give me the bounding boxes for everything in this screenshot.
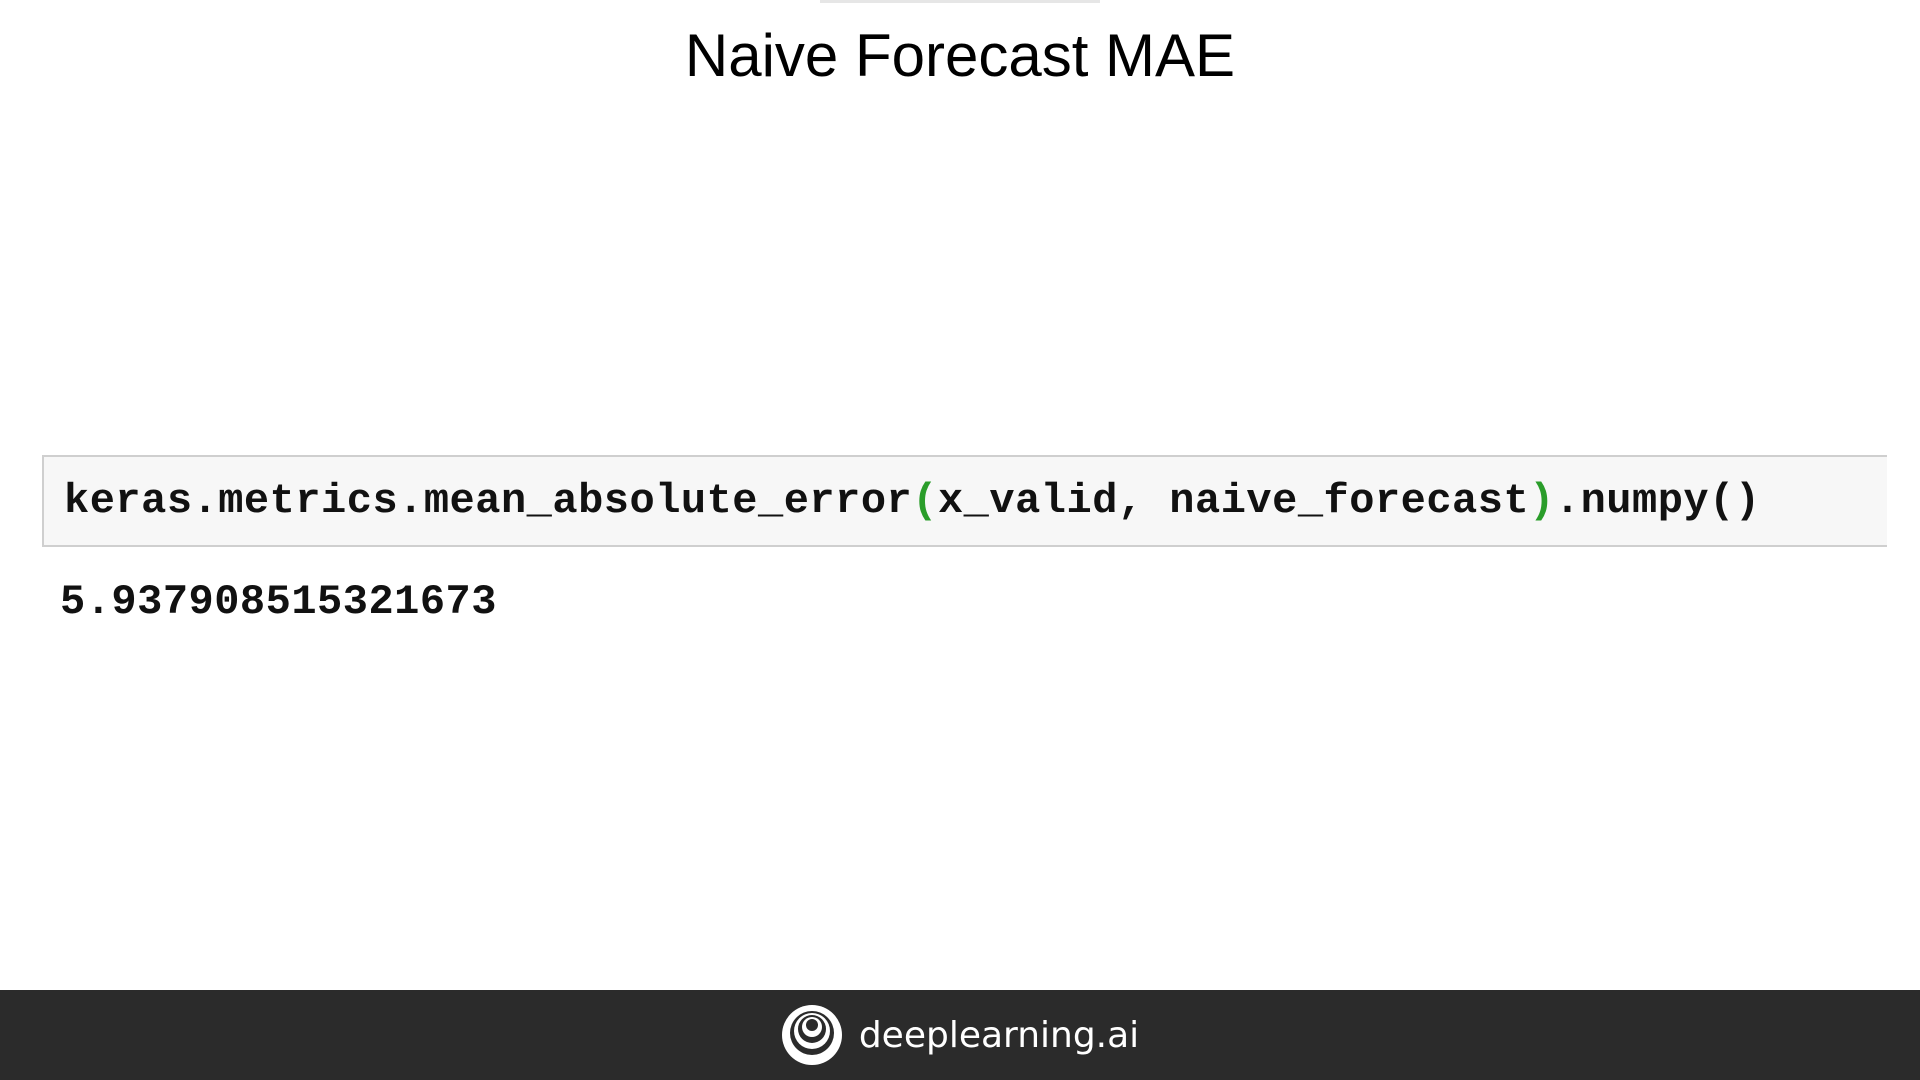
code-cell[interactable]: keras.metrics.mean_absolute_error(x_vali… xyxy=(42,455,1887,547)
code-suffix: .numpy() xyxy=(1554,477,1761,525)
code-open-paren: ( xyxy=(912,477,938,525)
deeplearning-logo-icon xyxy=(781,1005,842,1065)
cell-output: 5.937908515321673 xyxy=(60,578,497,626)
footer-bar: deeplearning.ai xyxy=(0,990,1920,1080)
slide: Naive Forecast MAE keras.metrics.mean_ab… xyxy=(0,0,1920,1080)
brand-name: deeplearning.ai xyxy=(858,1014,1140,1056)
top-edge-divider xyxy=(820,0,1100,3)
code-line: keras.metrics.mean_absolute_error(x_vali… xyxy=(64,477,1761,525)
slide-title: Naive Forecast MAE xyxy=(684,22,1236,89)
code-close-paren: ) xyxy=(1529,477,1555,525)
code-function: keras.metrics.mean_absolute_error xyxy=(64,477,913,525)
code-args: x_valid, naive_forecast xyxy=(937,477,1530,525)
